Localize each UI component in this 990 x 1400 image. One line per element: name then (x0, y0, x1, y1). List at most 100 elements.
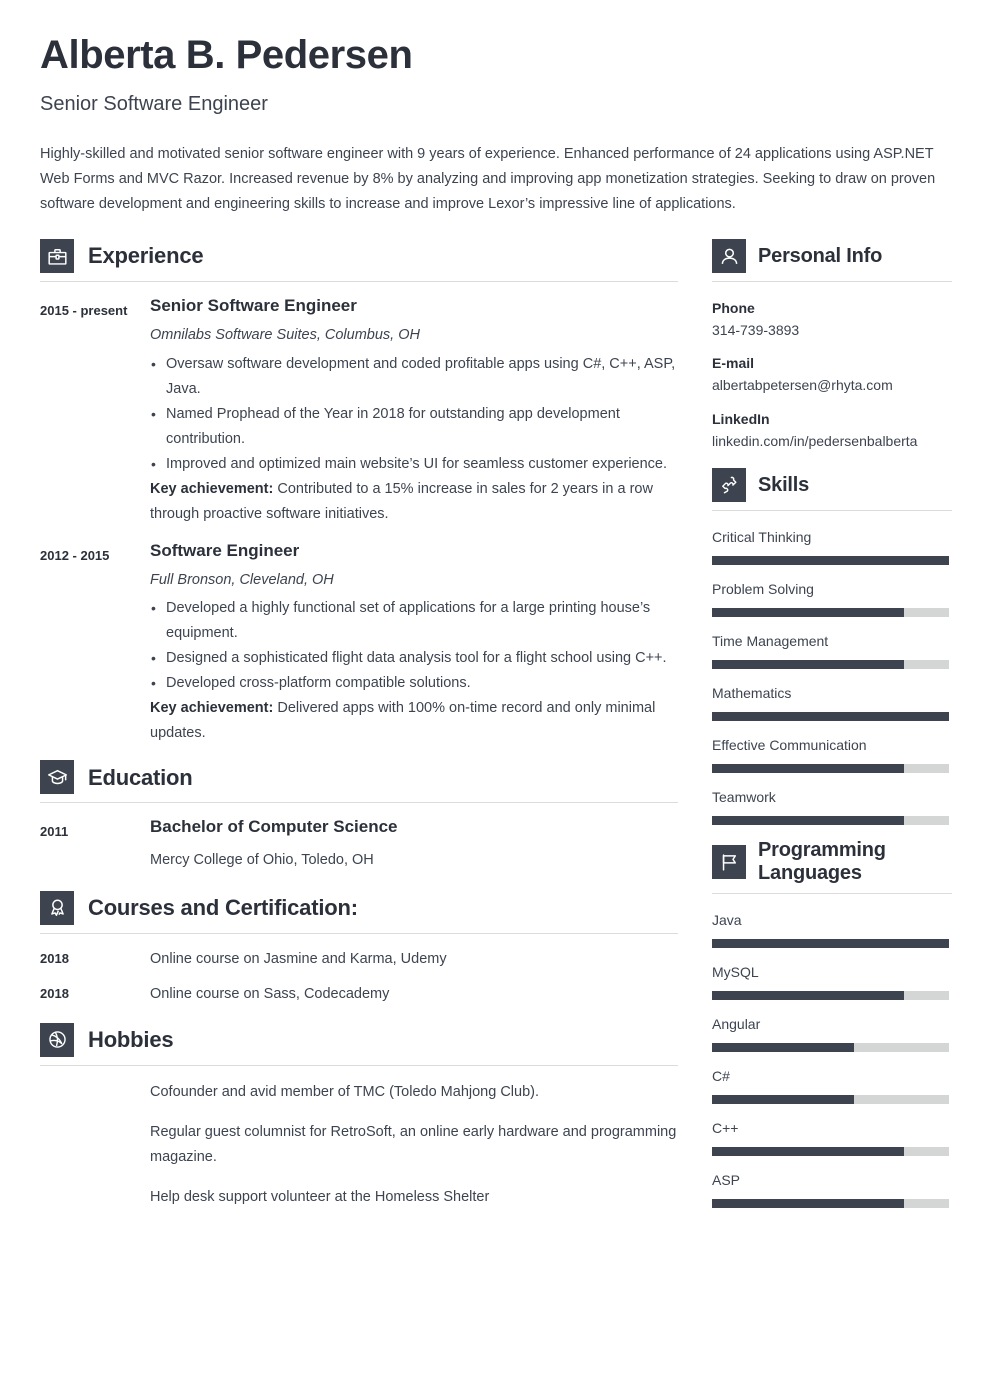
personal-info-field: E-mail albertabpetersen@rhyta.com (712, 353, 952, 396)
language-bar-fill (712, 1147, 904, 1157)
course-text: Online course on Jasmine and Karma, Udem… (150, 950, 447, 967)
hobby-text: Regular guest columnist for RetroSoft, a… (150, 1123, 677, 1165)
skill-bar-fill (712, 712, 949, 722)
email-value[interactable]: albertabpetersen@rhyta.com (712, 374, 952, 396)
language-item: C++ (712, 1118, 952, 1157)
personal-info-field: LinkedIn linkedin.com/in/pedersenbalbert… (712, 409, 952, 452)
hobby-spacer (40, 1185, 150, 1210)
course-date: 2018 (40, 950, 69, 966)
key-achievement-label: Key achievement: (150, 480, 274, 497)
skill-item: Time Management (712, 631, 952, 670)
phone-value[interactable]: 314-739-3893 (712, 319, 952, 341)
experience-entry: 2012 - 2015 Software Engineer Full Brons… (40, 541, 678, 747)
education-heading: Education (40, 760, 678, 802)
award-ribbon-icon (40, 890, 74, 925)
section-divider (40, 1064, 678, 1066)
section-divider (712, 281, 952, 282)
hobby-spacer (40, 1080, 150, 1105)
skill-name: Time Management (712, 633, 829, 650)
language-name: MySQL (712, 964, 759, 981)
language-bar-track (712, 1199, 949, 1209)
skill-bar-track (712, 764, 949, 774)
section-divider (40, 802, 678, 804)
briefcase-icon (40, 239, 74, 273)
bullet-item: Improved and optimized main website’s UI… (150, 452, 678, 477)
skills-section: Skills Critical Thinking Problem Solving… (712, 468, 952, 826)
skill-bar-track (712, 712, 949, 722)
language-bar-fill (712, 1095, 855, 1105)
experience-entry: 2015 - present Senior Software Engineer … (40, 296, 678, 527)
degree-name: Bachelor of Computer Science (150, 817, 398, 837)
bullet-item: Developed cross-platform compatible solu… (150, 671, 678, 696)
skill-bar-track (712, 660, 949, 670)
person-icon (712, 239, 746, 273)
bullet-item: Designed a sophisticated flight data ana… (150, 646, 678, 671)
courses-title: Courses and Certification: (88, 895, 358, 921)
hobby-row: Help desk support volunteer at the Homel… (40, 1185, 678, 1210)
skill-name: Mathematics (712, 685, 792, 702)
language-item: MySQL (712, 962, 952, 1001)
entry-company: Omnilabs Software Suites, Columbus, OH (150, 327, 420, 344)
education-entry: 2011 Bachelor of Computer Science Mercy … (40, 817, 678, 870)
language-item: Java (712, 910, 952, 949)
language-bar-track (712, 991, 949, 1001)
skill-item: Problem Solving (712, 579, 952, 618)
skill-bar-track (712, 816, 949, 826)
skill-name: Critical Thinking (712, 529, 812, 546)
experience-title: Experience (88, 243, 204, 269)
resume-header: Alberta B. Pedersen Senior Software Engi… (0, 0, 990, 217)
field-label: LinkedIn (712, 410, 770, 427)
puzzle-piece-icon (712, 468, 746, 503)
skill-bar-fill (712, 764, 904, 774)
section-divider (712, 510, 952, 512)
hobby-row: Cofounder and avid member of TMC (Toledo… (40, 1080, 678, 1105)
hobbies-title: Hobbies (88, 1027, 174, 1053)
section-divider (40, 281, 678, 282)
resume-page: Alberta B. Pedersen Senior Software Engi… (0, 0, 990, 1400)
graduation-cap-icon (40, 760, 74, 795)
professional-summary: Highly-skilled and motivated senior soft… (40, 146, 936, 212)
job-title: Senior Software Engineer (40, 93, 268, 115)
course-row: 2018 Online course on Jasmine and Karma,… (40, 948, 678, 970)
language-bar-fill (712, 1199, 904, 1209)
personal-info-title: Personal Info (758, 244, 883, 267)
personal-info-section: Personal Info Phone 314-739-3893 E-mail … (712, 239, 952, 452)
programming-languages-title-line2: Languages (758, 862, 862, 885)
language-bar-track (712, 939, 949, 949)
language-name: ASP (712, 1172, 741, 1189)
language-bar-track (712, 1043, 949, 1053)
entry-body: Bachelor of Computer Science Mercy Colle… (150, 817, 678, 870)
skill-name: Problem Solving (712, 581, 814, 598)
skill-name: Effective Communication (712, 737, 867, 754)
language-bar-track (712, 1147, 949, 1157)
skill-bar-track (712, 608, 949, 618)
skill-bar-fill (712, 660, 904, 670)
entry-bullets: Developed a highly functional set of app… (150, 596, 678, 696)
language-bar-track (712, 1095, 949, 1105)
field-label: Phone (712, 300, 755, 316)
entry-company: Full Bronson, Cleveland, OH (150, 572, 334, 589)
skills-title: Skills (758, 473, 810, 496)
language-name: Java (712, 912, 742, 929)
personal-info-heading: Personal Info (712, 239, 952, 281)
hobby-text: Help desk support volunteer at the Homel… (150, 1188, 490, 1205)
body-columns: Experience 2015 - present Senior Softwar… (0, 217, 990, 1225)
bullet-item: Oversaw software development and coded p… (150, 352, 678, 402)
section-divider (40, 932, 678, 934)
page-title: Alberta B. Pedersen (40, 33, 413, 77)
programming-languages-title-line1: Programming (758, 839, 886, 862)
course-row: 2018 Online course on Sass, Codecademy (40, 983, 678, 1005)
language-item: Angular (712, 1014, 952, 1053)
linkedin-value[interactable]: linkedin.com/in/pedersenbalberta (712, 430, 952, 452)
skill-name: Teamwork (712, 789, 776, 806)
field-label: E-mail (712, 355, 755, 372)
skill-bar-fill (712, 816, 904, 826)
language-item: ASP (712, 1170, 952, 1209)
skill-item: Teamwork (712, 787, 952, 826)
key-achievement-label: Key achievement: (150, 700, 274, 717)
programming-languages-section: Programming Languages Java MySQL Angular (712, 839, 952, 1209)
education-section: Education 2011 Bachelor of Computer Scie… (40, 760, 678, 870)
entry-date: 2012 - 2015 (40, 547, 110, 563)
key-achievement: Key achievement: Delivered apps with 100… (150, 696, 678, 746)
skills-heading: Skills (712, 468, 952, 510)
